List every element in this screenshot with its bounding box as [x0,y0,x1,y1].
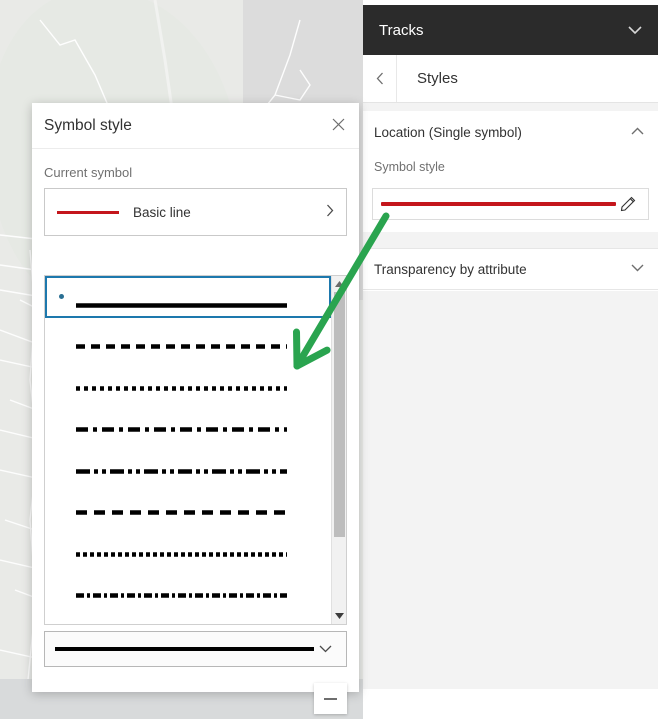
line-style-options[interactable] [45,276,331,624]
line-style-option[interactable] [45,359,331,401]
tracks-panel-title: Tracks [379,21,424,39]
selected-dot-icon [55,415,67,427]
line-style-preview [75,585,309,598]
close-icon[interactable] [332,118,345,134]
symbol-style-label: Symbol style [374,160,445,174]
panel-section-gap [363,232,658,248]
chevron-down-icon[interactable] [628,24,642,37]
symbol-preview-line [381,202,616,206]
line-style-option[interactable] [45,484,331,526]
chevron-right-icon[interactable] [326,204,334,220]
scrollbar-track[interactable] [334,292,345,608]
line-style-option[interactable] [45,442,331,484]
line-style-preview [75,461,309,474]
line-style-list[interactable] [44,275,347,625]
selected-dot-icon [55,374,67,386]
panel-empty-area [363,291,658,689]
section-title-location: Location (Single symbol) [374,124,522,140]
line-style-option[interactable] [45,318,331,360]
chevron-down-icon[interactable] [314,642,336,656]
section-header-transparency[interactable]: Transparency by attribute [363,248,658,290]
line-style-option[interactable] [45,525,331,567]
dialog-title: Symbol style [44,116,132,134]
line-style-option[interactable] [45,567,331,609]
minus-icon [324,697,337,700]
dialog-header: Symbol style [32,103,359,149]
styles-title: Styles [417,70,458,87]
current-symbol-preview-line [57,210,119,214]
map-zoom-out-button[interactable] [314,683,347,714]
line-style-option[interactable] [45,276,331,318]
tracks-side-panel: Tracks Styles Location (Single symbol) S… [363,0,660,719]
line-style-preview [75,336,309,349]
caret-up-icon[interactable] [332,276,347,292]
current-symbol-name: Basic line [133,204,191,220]
line-style-preview [75,544,309,557]
section-header-location[interactable]: Location (Single symbol) [363,111,658,153]
line-width-preview [55,647,314,651]
selected-dot-icon [55,498,67,510]
caret-down-icon[interactable] [332,608,347,624]
selected-dot-icon [55,332,67,344]
panel-divider-gap [363,103,658,111]
chevron-down-icon[interactable] [631,263,644,275]
line-style-preview [75,502,309,515]
line-style-preview [75,378,309,391]
chevron-up-icon[interactable] [631,126,644,138]
selected-dot-icon [55,457,67,469]
symbol-style-dialog: Symbol style Current symbol Basic line [32,103,359,692]
line-style-preview [75,295,309,308]
screenshot-root: Tracks Styles Location (Single symbol) S… [0,0,660,719]
line-width-select[interactable] [44,631,347,667]
selected-dot-icon [55,581,67,593]
chevron-left-icon[interactable] [363,55,397,102]
scrollbar-thumb[interactable] [334,292,345,537]
selected-dot-icon [55,540,67,552]
styles-breadcrumb-row: Styles [363,55,658,103]
pencil-icon[interactable] [616,196,640,212]
selected-dot-icon [55,291,67,303]
symbol-style-swatch[interactable] [372,188,649,220]
line-style-preview [75,419,309,432]
line-style-option[interactable] [45,401,331,443]
line-style-scrollbar[interactable] [331,276,346,624]
current-symbol-button[interactable]: Basic line [44,188,347,236]
tracks-panel-header[interactable]: Tracks [363,5,658,55]
current-symbol-label: Current symbol [44,165,133,180]
section-title-transparency: Transparency by attribute [374,261,527,277]
